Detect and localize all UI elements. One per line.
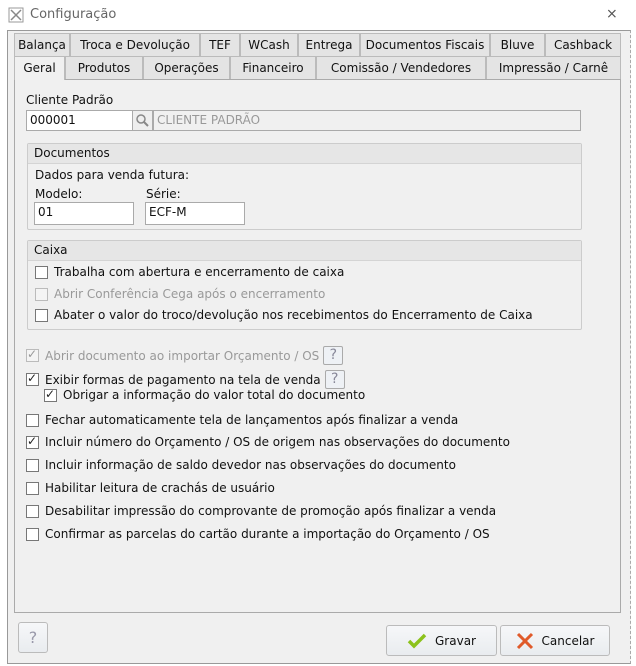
- checkbox-option[interactable]: Abater o valor do troco/devolução nos re…: [35, 308, 533, 322]
- checkbox-option[interactable]: Confirmar as parcelas do cartão durante …: [26, 527, 490, 541]
- checkbox-label: Abrir Conferência Cega após o encerramen…: [54, 287, 326, 301]
- save-label: Gravar: [435, 633, 476, 648]
- check-icon: [407, 633, 427, 648]
- tab-financeiro[interactable]: Financeiro: [230, 56, 316, 79]
- window-title: Configuração: [30, 7, 117, 22]
- checkbox-label: Desabilitar impressão do comprovante de …: [45, 504, 497, 518]
- search-button[interactable]: [132, 110, 153, 131]
- checkbox-option: Abrir Conferência Cega após o encerramen…: [35, 287, 325, 301]
- tab-cashback[interactable]: Cashback: [545, 33, 621, 56]
- checkbox-label: Incluir número do Orçamento / OS de orig…: [45, 435, 510, 449]
- serie-input[interactable]: ECF-M: [145, 202, 245, 225]
- modelo-input[interactable]: 01: [34, 202, 134, 225]
- checkbox-label: Incluir informação de saldo devedor nas …: [45, 458, 456, 472]
- checkbox-option[interactable]: Obrigar a informação do valor total do d…: [44, 387, 366, 402]
- modelo-label: Modelo:: [35, 187, 83, 201]
- x-icon: [516, 632, 533, 649]
- tab-documentos-fiscais[interactable]: Documentos Fiscais: [360, 33, 490, 56]
- tab-tef[interactable]: TEF: [200, 33, 240, 56]
- checkbox-option[interactable]: Fechar automaticamente tela de lançament…: [26, 413, 458, 427]
- checkbox[interactable]: [26, 527, 39, 541]
- documentos-title: Documentos: [28, 144, 581, 164]
- tab-impress-o-carn-[interactable]: Impressão / Carnê: [486, 56, 621, 79]
- cancel-label: Cancelar: [541, 633, 595, 648]
- tab-entrega[interactable]: Entrega: [298, 33, 360, 56]
- tab-geral[interactable]: Geral: [14, 56, 65, 80]
- checkbox-label: Abater o valor do troco/devolução nos re…: [54, 308, 533, 322]
- checkbox[interactable]: [26, 371, 39, 386]
- cliente-label: Cliente Padrão: [26, 93, 114, 107]
- checkbox-label: Confirmar as parcelas do cartão durante …: [45, 527, 490, 541]
- checkbox-option: Abrir documento ao importar Orçamento / …: [26, 346, 344, 365]
- save-button[interactable]: Gravar: [386, 625, 497, 656]
- app-icon: [8, 7, 24, 23]
- cliente-name-field: CLIENTE PADRÃO: [153, 110, 581, 131]
- venda-futura-label: Dados para venda futura:: [35, 168, 190, 182]
- checkbox[interactable]: [26, 458, 39, 472]
- cliente-code-input[interactable]: 000001: [26, 110, 133, 131]
- checkbox: [35, 287, 48, 301]
- help-icon[interactable]: ?: [324, 370, 345, 389]
- checkbox-option[interactable]: Habilitar leitura de crachás de usuário: [26, 481, 275, 495]
- checkbox[interactable]: [26, 434, 39, 449]
- tab-bluve[interactable]: Bluve: [490, 33, 545, 56]
- checkbox[interactable]: [26, 504, 39, 518]
- tab-opera-es[interactable]: Operações: [143, 56, 230, 79]
- help-button[interactable]: ?: [18, 622, 48, 653]
- checkbox-label: Fechar automaticamente tela de lançament…: [45, 413, 459, 427]
- title-bar: Configuração ⨯: [0, 0, 636, 30]
- checkbox[interactable]: [26, 481, 39, 495]
- tab-comiss-o-vendedores[interactable]: Comissão / Vendedores: [316, 56, 486, 79]
- checkbox-label: Abrir documento ao importar Orçamento / …: [45, 348, 320, 363]
- checkbox: [26, 347, 39, 362]
- checkbox-label: Habilitar leitura de crachás de usuário: [45, 481, 275, 495]
- tab-troca-e-devolu-o[interactable]: Troca e Devolução: [70, 33, 200, 56]
- caixa-title: Caixa: [28, 241, 581, 261]
- checkbox-option[interactable]: Desabilitar impressão do comprovante de …: [26, 504, 496, 518]
- tab-wcash[interactable]: WCash: [240, 33, 298, 56]
- checkbox[interactable]: [35, 265, 48, 279]
- checkbox-option[interactable]: Incluir número do Orçamento / OS de orig…: [26, 434, 510, 449]
- checkbox-label: Obrigar a informação do valor total do d…: [63, 388, 366, 402]
- checkbox[interactable]: [44, 387, 57, 402]
- checkbox-label: Exibir formas de pagamento na tela de ve…: [45, 372, 321, 387]
- checkbox-option[interactable]: Exibir formas de pagamento na tela de ve…: [26, 370, 345, 389]
- search-icon: [136, 114, 149, 127]
- checkbox[interactable]: [26, 413, 39, 427]
- checkbox[interactable]: [35, 308, 48, 322]
- close-icon[interactable]: ⨯: [606, 6, 618, 22]
- cancel-button[interactable]: Cancelar: [500, 625, 610, 656]
- checkbox-option[interactable]: Trabalha com abertura e encerramento de …: [35, 265, 344, 279]
- checkbox-option[interactable]: Incluir informação de saldo devedor nas …: [26, 458, 456, 472]
- checkbox-label: Trabalha com abertura e encerramento de …: [54, 265, 345, 279]
- help-icon[interactable]: ?: [323, 346, 344, 365]
- tab-produtos[interactable]: Produtos: [65, 56, 143, 79]
- serie-label: Série:: [146, 187, 181, 201]
- tab-balan-a[interactable]: Balança: [14, 33, 70, 56]
